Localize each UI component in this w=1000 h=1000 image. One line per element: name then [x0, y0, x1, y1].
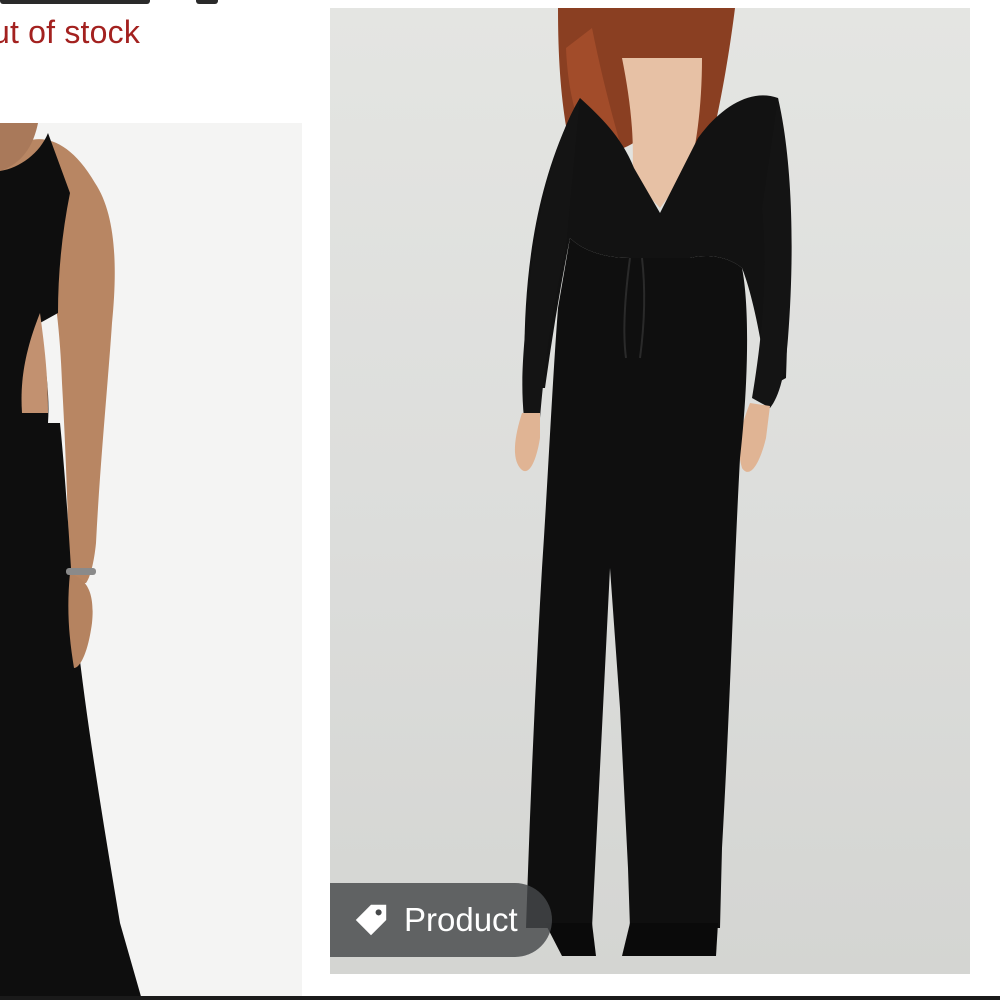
bottom-divider	[0, 996, 1000, 1000]
cropped-text-remnant	[0, 0, 150, 4]
left-product-photo[interactable]	[0, 123, 302, 1000]
product-badge-label: Product	[404, 901, 518, 938]
product-listing-page: ut of stock Product	[0, 0, 1000, 1000]
right-product-photo[interactable]	[330, 8, 970, 974]
product-tag-button[interactable]: Product	[330, 883, 552, 957]
stock-status: ut of stock	[0, 14, 141, 50]
cropped-text-remnant	[196, 0, 218, 4]
model-figure-left	[0, 123, 142, 1000]
tag-icon	[355, 904, 387, 936]
model-figure-right	[514, 8, 792, 956]
